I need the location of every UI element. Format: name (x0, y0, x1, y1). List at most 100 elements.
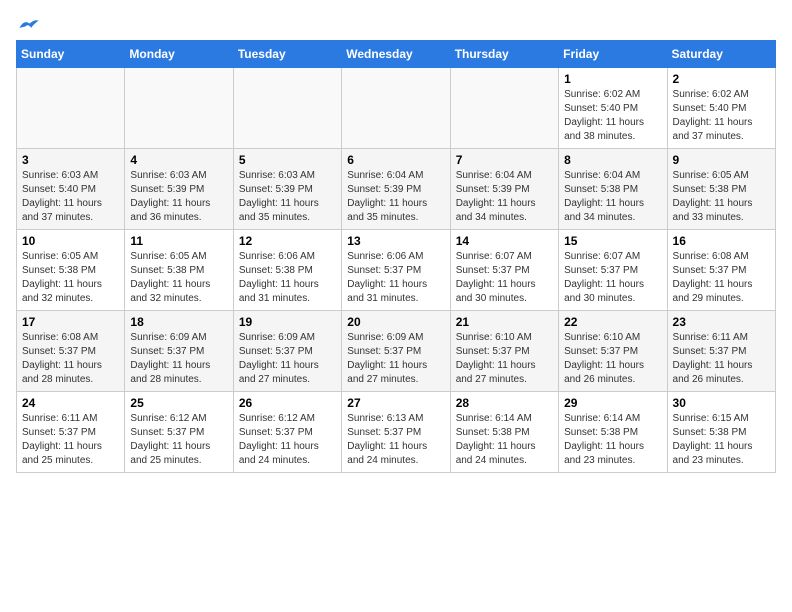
day-number: 7 (456, 153, 553, 167)
day-number: 13 (347, 234, 444, 248)
day-info: Sunrise: 6:12 AM Sunset: 5:37 PM Dayligh… (239, 412, 336, 468)
day-info: Sunrise: 6:14 AM Sunset: 5:38 PM Dayligh… (564, 412, 661, 468)
day-number: 27 (347, 396, 444, 410)
day-info: Sunrise: 6:02 AM Sunset: 5:40 PM Dayligh… (564, 88, 661, 144)
day-info: Sunrise: 6:14 AM Sunset: 5:38 PM Dayligh… (456, 412, 553, 468)
calendar-cell: 23 Sunrise: 6:11 AM Sunset: 5:37 PM Dayli… (667, 311, 775, 392)
calendar-cell: 17 Sunrise: 6:08 AM Sunset: 5:37 PM Dayli… (17, 311, 125, 392)
day-info: Sunrise: 6:10 AM Sunset: 5:37 PM Dayligh… (564, 331, 661, 387)
calendar-cell: 13 Sunrise: 6:06 AM Sunset: 5:37 PM Dayli… (342, 230, 450, 311)
day-number: 24 (22, 396, 119, 410)
day-number: 1 (564, 72, 661, 86)
day-number: 5 (239, 153, 336, 167)
day-info: Sunrise: 6:10 AM Sunset: 5:37 PM Dayligh… (456, 331, 553, 387)
day-number: 21 (456, 315, 553, 329)
day-of-week-header: Thursday (450, 41, 558, 68)
day-info: Sunrise: 6:04 AM Sunset: 5:38 PM Dayligh… (564, 169, 661, 225)
day-info: Sunrise: 6:06 AM Sunset: 5:38 PM Dayligh… (239, 250, 336, 306)
calendar-header-row: SundayMondayTuesdayWednesdayThursdayFrid… (17, 41, 776, 68)
calendar-cell: 27 Sunrise: 6:13 AM Sunset: 5:37 PM Dayli… (342, 392, 450, 473)
day-number: 26 (239, 396, 336, 410)
day-info: Sunrise: 6:02 AM Sunset: 5:40 PM Dayligh… (673, 88, 770, 144)
day-info: Sunrise: 6:07 AM Sunset: 5:37 PM Dayligh… (564, 250, 661, 306)
calendar-cell: 12 Sunrise: 6:06 AM Sunset: 5:38 PM Dayli… (233, 230, 341, 311)
calendar-cell: 21 Sunrise: 6:10 AM Sunset: 5:37 PM Dayli… (450, 311, 558, 392)
calendar-cell: 1 Sunrise: 6:02 AM Sunset: 5:40 PM Daylig… (559, 68, 667, 149)
day-info: Sunrise: 6:07 AM Sunset: 5:37 PM Dayligh… (456, 250, 553, 306)
calendar-cell: 20 Sunrise: 6:09 AM Sunset: 5:37 PM Dayli… (342, 311, 450, 392)
calendar-cell: 19 Sunrise: 6:09 AM Sunset: 5:37 PM Dayli… (233, 311, 341, 392)
day-number: 19 (239, 315, 336, 329)
day-number: 18 (130, 315, 227, 329)
calendar-week-row: 3 Sunrise: 6:03 AM Sunset: 5:40 PM Daylig… (17, 149, 776, 230)
calendar-cell (450, 68, 558, 149)
day-number: 15 (564, 234, 661, 248)
day-number: 23 (673, 315, 770, 329)
day-info: Sunrise: 6:09 AM Sunset: 5:37 PM Dayligh… (239, 331, 336, 387)
logo (16, 16, 40, 32)
calendar-week-row: 1 Sunrise: 6:02 AM Sunset: 5:40 PM Daylig… (17, 68, 776, 149)
calendar-cell: 28Sunrise: 6:14 AM Sunset: 5:38 PM Dayli… (450, 392, 558, 473)
day-number: 4 (130, 153, 227, 167)
day-number: 10 (22, 234, 119, 248)
calendar-cell (342, 68, 450, 149)
calendar-cell: 22 Sunrise: 6:10 AM Sunset: 5:37 PM Dayli… (559, 311, 667, 392)
day-info: Sunrise: 6:03 AM Sunset: 5:39 PM Dayligh… (239, 169, 336, 225)
day-number: 12 (239, 234, 336, 248)
day-number: 20 (347, 315, 444, 329)
calendar-cell: 10 Sunrise: 6:05 AM Sunset: 5:38 PM Dayli… (17, 230, 125, 311)
day-number: 3 (22, 153, 119, 167)
day-info: Sunrise: 6:05 AM Sunset: 5:38 PM Dayligh… (130, 250, 227, 306)
day-number: 8 (564, 153, 661, 167)
calendar-cell: 4 Sunrise: 6:03 AM Sunset: 5:39 PM Daylig… (125, 149, 233, 230)
calendar-cell: 16 Sunrise: 6:08 AM Sunset: 5:37 PM Dayli… (667, 230, 775, 311)
calendar-cell: 7 Sunrise: 6:04 AM Sunset: 5:39 PM Daylig… (450, 149, 558, 230)
day-info: Sunrise: 6:04 AM Sunset: 5:39 PM Dayligh… (347, 169, 444, 225)
calendar-cell (233, 68, 341, 149)
day-info: Sunrise: 6:13 AM Sunset: 5:37 PM Dayligh… (347, 412, 444, 468)
day-number: 30 (673, 396, 770, 410)
day-info: Sunrise: 6:04 AM Sunset: 5:39 PM Dayligh… (456, 169, 553, 225)
calendar-cell: 14 Sunrise: 6:07 AM Sunset: 5:37 PM Dayli… (450, 230, 558, 311)
calendar-week-row: 10 Sunrise: 6:05 AM Sunset: 5:38 PM Dayli… (17, 230, 776, 311)
day-info: Sunrise: 6:09 AM Sunset: 5:37 PM Dayligh… (347, 331, 444, 387)
day-info: Sunrise: 6:12 AM Sunset: 5:37 PM Dayligh… (130, 412, 227, 468)
calendar-cell: 6Sunrise: 6:04 AM Sunset: 5:39 PM Daylig… (342, 149, 450, 230)
day-info: Sunrise: 6:08 AM Sunset: 5:37 PM Dayligh… (673, 250, 770, 306)
day-info: Sunrise: 6:15 AM Sunset: 5:38 PM Dayligh… (673, 412, 770, 468)
day-of-week-header: Wednesday (342, 41, 450, 68)
calendar-cell: 15 Sunrise: 6:07 AM Sunset: 5:37 PM Dayli… (559, 230, 667, 311)
day-info: Sunrise: 6:11 AM Sunset: 5:37 PM Dayligh… (673, 331, 770, 387)
day-info: Sunrise: 6:03 AM Sunset: 5:40 PM Dayligh… (22, 169, 119, 225)
calendar-cell (17, 68, 125, 149)
logo-bird-icon (18, 16, 40, 34)
day-info: Sunrise: 6:08 AM Sunset: 5:37 PM Dayligh… (22, 331, 119, 387)
day-of-week-header: Friday (559, 41, 667, 68)
calendar-cell (125, 68, 233, 149)
day-number: 22 (564, 315, 661, 329)
calendar-cell: 24Sunrise: 6:11 AM Sunset: 5:37 PM Dayli… (17, 392, 125, 473)
calendar-cell: 25 Sunrise: 6:12 AM Sunset: 5:37 PM Dayli… (125, 392, 233, 473)
day-info: Sunrise: 6:06 AM Sunset: 5:37 PM Dayligh… (347, 250, 444, 306)
day-number: 29 (564, 396, 661, 410)
day-number: 17 (22, 315, 119, 329)
calendar-cell: 9Sunrise: 6:05 AM Sunset: 5:38 PM Daylig… (667, 149, 775, 230)
day-of-week-header: Saturday (667, 41, 775, 68)
day-number: 14 (456, 234, 553, 248)
day-info: Sunrise: 6:05 AM Sunset: 5:38 PM Dayligh… (673, 169, 770, 225)
day-number: 25 (130, 396, 227, 410)
calendar-week-row: 24Sunrise: 6:11 AM Sunset: 5:37 PM Dayli… (17, 392, 776, 473)
calendar-cell: 26 Sunrise: 6:12 AM Sunset: 5:37 PM Dayli… (233, 392, 341, 473)
calendar-cell: 11 Sunrise: 6:05 AM Sunset: 5:38 PM Dayli… (125, 230, 233, 311)
day-info: Sunrise: 6:05 AM Sunset: 5:38 PM Dayligh… (22, 250, 119, 306)
calendar-cell: 3 Sunrise: 6:03 AM Sunset: 5:40 PM Daylig… (17, 149, 125, 230)
calendar-cell: 5 Sunrise: 6:03 AM Sunset: 5:39 PM Daylig… (233, 149, 341, 230)
day-of-week-header: Sunday (17, 41, 125, 68)
calendar-week-row: 17 Sunrise: 6:08 AM Sunset: 5:37 PM Dayli… (17, 311, 776, 392)
calendar-cell: 2Sunrise: 6:02 AM Sunset: 5:40 PM Daylig… (667, 68, 775, 149)
page-header (16, 16, 776, 32)
day-number: 16 (673, 234, 770, 248)
day-info: Sunrise: 6:03 AM Sunset: 5:39 PM Dayligh… (130, 169, 227, 225)
calendar-cell: 29 Sunrise: 6:14 AM Sunset: 5:38 PM Dayli… (559, 392, 667, 473)
day-number: 11 (130, 234, 227, 248)
